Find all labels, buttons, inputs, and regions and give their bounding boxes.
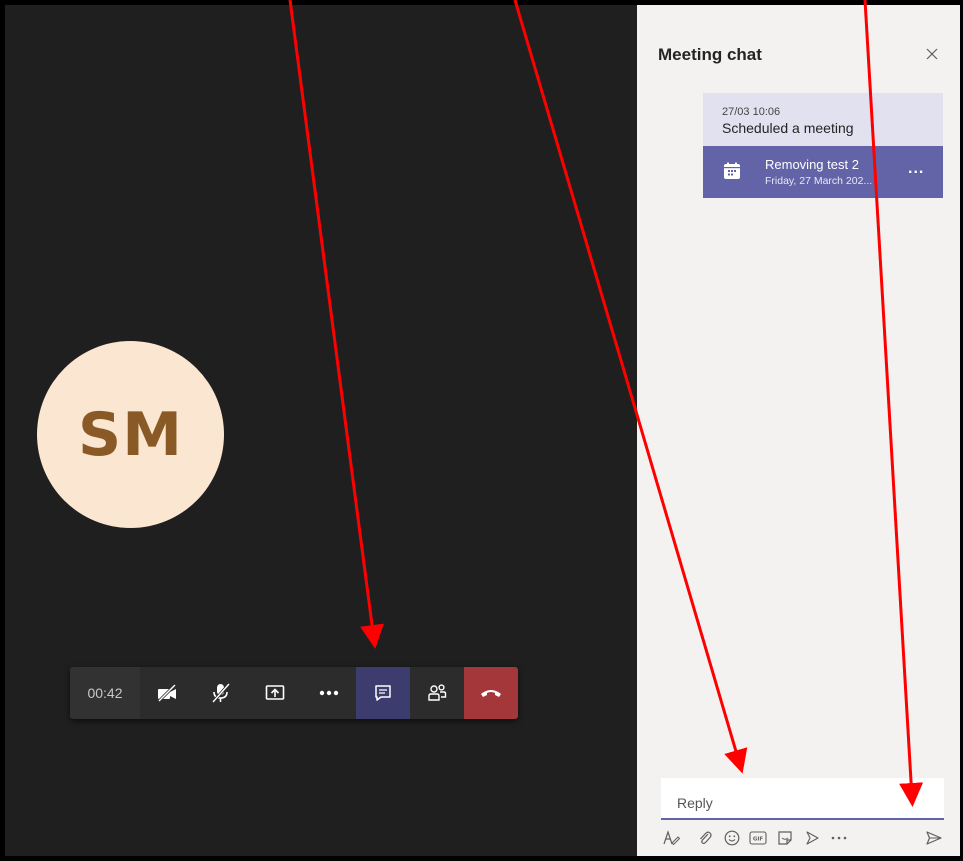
reply-input[interactable]	[675, 794, 939, 812]
meeting-window: SM 00:42 Meeting chat 27/03 10:06 Schedu…	[5, 5, 960, 856]
share-screen-icon	[265, 685, 285, 700]
camera-off-button[interactable]	[140, 667, 194, 719]
more-actions-button[interactable]	[302, 667, 356, 719]
gif-icon: GIF	[749, 831, 767, 845]
reply-box	[661, 778, 944, 820]
avatar-initials: SM	[78, 399, 183, 470]
chat-panel-title: Meeting chat	[658, 45, 762, 64]
meet-now-button[interactable]	[801, 827, 823, 849]
message-body: 27/03 10:06 Scheduled a meeting	[703, 93, 943, 146]
mic-off-icon	[211, 683, 231, 703]
chat-message: 27/03 10:06 Scheduled a meeting Removing…	[703, 93, 943, 199]
attach-icon	[700, 831, 712, 844]
message-timestamp: 27/03 10:06	[722, 106, 781, 118]
chat-icon	[375, 685, 391, 701]
emoji-icon	[724, 830, 740, 846]
meeting-more-button[interactable]: ...	[908, 160, 924, 178]
chat-toggle-button[interactable]	[356, 667, 410, 719]
compose-toolbar: GIF	[661, 827, 946, 851]
call-controls-bar: 00:42	[70, 667, 518, 719]
gif-button[interactable]: GIF	[747, 827, 769, 849]
sticker-button[interactable]	[774, 827, 796, 849]
phone-hangup-icon	[481, 690, 501, 697]
sticker-icon	[778, 831, 792, 845]
participants-button[interactable]	[410, 667, 464, 719]
participant-avatar: SM	[37, 341, 224, 528]
share-button[interactable]	[248, 667, 302, 719]
close-chat-button[interactable]	[921, 43, 943, 65]
format-icon	[663, 830, 681, 846]
more-options-icon	[831, 836, 847, 840]
send-button[interactable]	[923, 827, 945, 849]
svg-text:GIF: GIF	[753, 837, 764, 843]
calendar-icon	[724, 162, 740, 179]
emoji-button[interactable]	[721, 827, 743, 849]
video-stage: SM 00:42	[5, 5, 637, 856]
video-off-icon	[157, 684, 177, 702]
meet-now-icon	[806, 831, 819, 845]
people-icon	[428, 684, 447, 701]
close-icon	[926, 48, 938, 60]
meeting-date: Friday, 27 March 202...	[765, 175, 873, 187]
meeting-card[interactable]: Removing test 2 Friday, 27 March 202... …	[703, 146, 943, 198]
ellipsis-icon	[319, 690, 339, 696]
send-icon	[926, 831, 942, 845]
more-options-button[interactable]	[828, 827, 850, 849]
meeting-chat-panel: Meeting chat 27/03 10:06 Scheduled a mee…	[637, 5, 960, 856]
format-button[interactable]	[661, 827, 683, 849]
meeting-title: Removing test 2	[765, 157, 859, 172]
attach-button[interactable]	[694, 827, 716, 849]
hang-up-button[interactable]	[464, 667, 518, 719]
message-text: Scheduled a meeting	[722, 120, 854, 136]
mic-muted-button[interactable]	[194, 667, 248, 719]
call-timer: 00:42	[70, 667, 140, 719]
